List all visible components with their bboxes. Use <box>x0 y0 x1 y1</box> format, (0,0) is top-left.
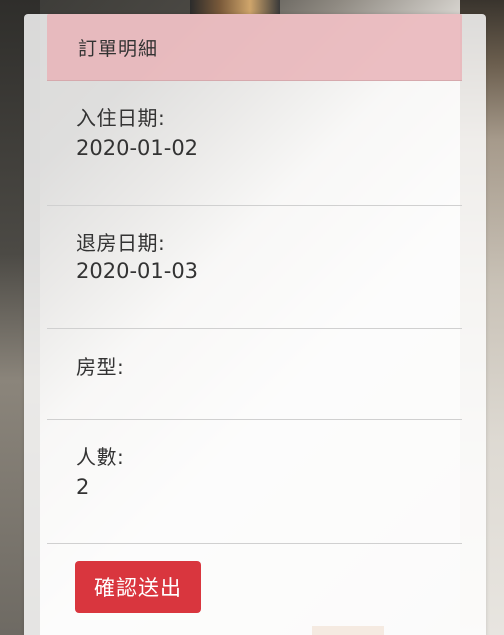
checkout-date-label: 退房日期: <box>76 231 166 255</box>
room-type-row: 房型: <box>47 328 462 420</box>
order-details-title: 訂單明細 <box>78 38 159 60</box>
order-details-header: 訂單明細 <box>47 14 462 81</box>
guests-row: 人數: 2 <box>47 419 462 544</box>
order-details-card: 訂單明細 入住日期: 2020-01-02 退房日期: 2020-01-03 房… <box>24 14 486 635</box>
checkin-date-row: 入住日期: 2020-01-02 <box>47 80 462 206</box>
checkout-date-row: 退房日期: 2020-01-03 <box>47 205 462 329</box>
guests-value: 2 <box>76 475 90 499</box>
room-type-label: 房型: <box>76 355 125 379</box>
checkin-date-label: 入住日期: <box>76 106 166 130</box>
checkin-date-value: 2020-01-02 <box>76 136 199 160</box>
confirm-submit-button[interactable]: 確認送出 <box>75 561 201 613</box>
background-fireplace <box>190 0 280 14</box>
guests-label: 人數: <box>76 445 125 469</box>
checkout-date-value: 2020-01-03 <box>76 259 199 283</box>
